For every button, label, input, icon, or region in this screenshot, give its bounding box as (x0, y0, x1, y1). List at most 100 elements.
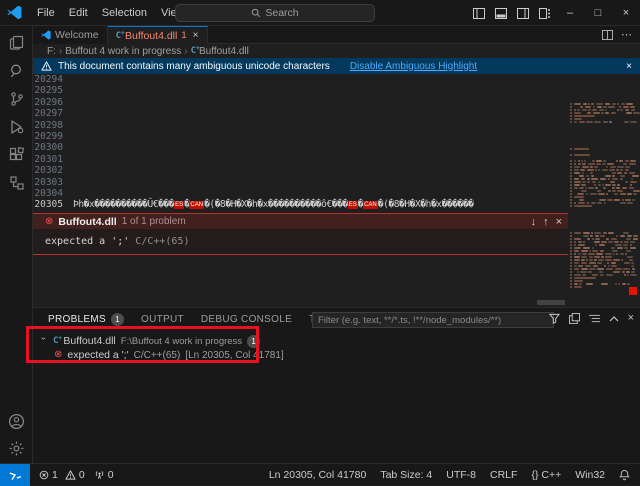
platform-indicator[interactable]: Win32 (575, 469, 605, 481)
control-char-box: CAN (189, 201, 204, 209)
status-bar: 1 0 0 Ln 20305, Col 41780 Tab Size: 4 UT… (0, 463, 640, 485)
control-char-box: ES (348, 201, 358, 209)
window-close-button[interactable]: × (612, 0, 640, 26)
red-annotation-rectangle (26, 326, 259, 363)
search-sidebar-icon[interactable] (6, 60, 27, 81)
chevron-right-icon: › (184, 46, 187, 57)
peek-error-source: C/C++(65) (135, 236, 189, 247)
editor-line[interactable]: 20303 (33, 177, 640, 188)
peek-problem-count: 1 of 1 problem (122, 216, 186, 227)
menu-edit[interactable]: Edit (62, 7, 95, 19)
notifications-bell-icon[interactable] (619, 469, 630, 481)
filter-funnel-icon[interactable] (549, 313, 560, 324)
line-number: 20302 (33, 165, 73, 176)
open-in-editor-icon[interactable] (569, 313, 580, 324)
editor-line[interactable]: 20304 (33, 188, 640, 199)
line-content: Þh�x����������Û€���ES�CAN�(�8�H�X�h�x���… (73, 199, 474, 210)
cpp-file-icon: C+ (116, 31, 121, 41)
line-number: 20304 (33, 188, 73, 199)
panel-tab-output[interactable]: OUTPUT (141, 314, 184, 325)
menu-selection[interactable]: Selection (95, 7, 154, 19)
toggle-secondary-sidebar-icon[interactable] (512, 0, 534, 26)
toggle-sidebar-icon[interactable] (468, 0, 490, 26)
error-peek-view: ⊗ Buffout4.dll 1 of 1 problem ↓ ↑ × expe… (33, 213, 568, 255)
tab-size-indicator[interactable]: Tab Size: 4 (380, 469, 432, 481)
peek-prev-icon[interactable]: ↑ (543, 216, 549, 228)
line-number: 20296 (33, 97, 73, 108)
run-debug-icon[interactable] (6, 116, 27, 137)
maximize-panel-icon[interactable] (609, 315, 619, 322)
split-editor-icon[interactable] (602, 30, 613, 40)
activity-bar (0, 26, 33, 463)
problems-count-badge: 1 (111, 313, 124, 326)
settings-gear-icon[interactable] (6, 438, 27, 459)
peek-body[interactable]: expected a ';' C/C++(65) (33, 229, 568, 254)
editor-line[interactable]: 20301 (33, 154, 640, 165)
editor-line[interactable]: 20299 (33, 131, 640, 142)
error-circle-icon: ⊗ (45, 217, 53, 227)
accounts-icon[interactable] (6, 411, 27, 432)
braces-icon: {} (531, 469, 538, 481)
remote-indicator[interactable] (0, 464, 30, 486)
panel-tab-problems[interactable]: PROBLEMS 1 (48, 313, 124, 326)
tab-welcome[interactable]: Welcome (33, 26, 108, 44)
editor-line[interactable]: 20305Þh�x����������Û€���ES�CAN�(�8�H�X�h… (33, 199, 640, 210)
title-bar: File Edit Selection View ⋯ ← → Search – … (0, 0, 640, 26)
tab-buffout4-dll[interactable]: C+ Buffout4.dll 1 × (108, 26, 208, 44)
problems-filter-input[interactable] (312, 312, 554, 328)
horizontal-scrollbar[interactable] (537, 300, 565, 305)
editor-line[interactable]: 20298 (33, 120, 640, 131)
overview-ruler-error-mark (629, 287, 637, 295)
cursor-position[interactable]: Ln 20305, Col 41780 (269, 469, 367, 481)
line-number: 20305 (33, 199, 73, 210)
ports-status[interactable]: 0 (94, 469, 114, 481)
peek-close-icon[interactable]: × (556, 216, 562, 228)
extensions-icon[interactable] (6, 144, 27, 165)
cpp-file-icon: C+ (191, 46, 196, 56)
editor-line[interactable]: 20302 (33, 165, 640, 176)
editor-line[interactable]: 20300 (33, 142, 640, 153)
banner-close-icon[interactable]: × (626, 61, 632, 72)
control-char-box: CAN (363, 201, 378, 209)
command-center-search[interactable]: Search (175, 4, 375, 22)
line-number: 20297 (33, 108, 73, 119)
window-maximize-button[interactable]: □ (584, 0, 612, 26)
customize-layout-icon[interactable] (534, 0, 556, 26)
explorer-icon[interactable] (6, 32, 27, 53)
panel-tab-debug-console[interactable]: DEBUG CONSOLE (201, 314, 292, 325)
search-label: Search (265, 7, 298, 19)
view-as-list-icon[interactable] (589, 314, 600, 323)
breadcrumb-drive[interactable]: F: (47, 46, 56, 57)
line-number: 20298 (33, 120, 73, 131)
editor-line[interactable]: 20295 (33, 85, 640, 96)
tab-label: Buffout4.dll (125, 30, 177, 42)
editor-line[interactable]: 20297 (33, 108, 640, 119)
breadcrumb-file[interactable]: Buffout4.dll (199, 46, 249, 57)
encoding-indicator[interactable]: UTF-8 (446, 469, 476, 481)
ports-count: 0 (108, 469, 114, 481)
editor-line[interactable]: 20294 (33, 74, 640, 85)
language-indicator[interactable]: {} C++ (531, 469, 561, 481)
disable-ambiguous-highlight-link[interactable]: Disable Ambiguous Highlight (350, 61, 477, 72)
editor-pane[interactable]: 2029420295202962029720298202992030020301… (33, 74, 640, 307)
error-count: 1 (52, 469, 58, 481)
line-number: 20295 (33, 85, 73, 96)
breadcrumb-folder[interactable]: Buffout 4 work in progress (65, 46, 181, 57)
editor-line[interactable]: 20296 (33, 97, 640, 108)
window-minimize-button[interactable]: – (556, 0, 584, 26)
toggle-panel-icon[interactable] (490, 0, 512, 26)
problems-status[interactable]: 1 0 (39, 469, 85, 481)
more-actions-icon[interactable]: ⋯ (621, 28, 632, 41)
menu-file[interactable]: File (30, 7, 62, 19)
source-control-icon[interactable] (6, 88, 27, 109)
tab-error-count: 1 (181, 30, 186, 41)
close-panel-icon[interactable]: × (628, 312, 634, 324)
warning-triangle-icon (41, 61, 52, 71)
line-number: 20299 (33, 131, 73, 142)
tab-close-icon[interactable]: × (193, 30, 199, 41)
peek-next-icon[interactable]: ↓ (531, 216, 537, 228)
line-number: 20303 (33, 177, 73, 188)
minimap[interactable] (568, 75, 640, 305)
eol-indicator[interactable]: CRLF (490, 469, 517, 481)
hierarchy-extension-icon[interactable] (6, 172, 27, 193)
